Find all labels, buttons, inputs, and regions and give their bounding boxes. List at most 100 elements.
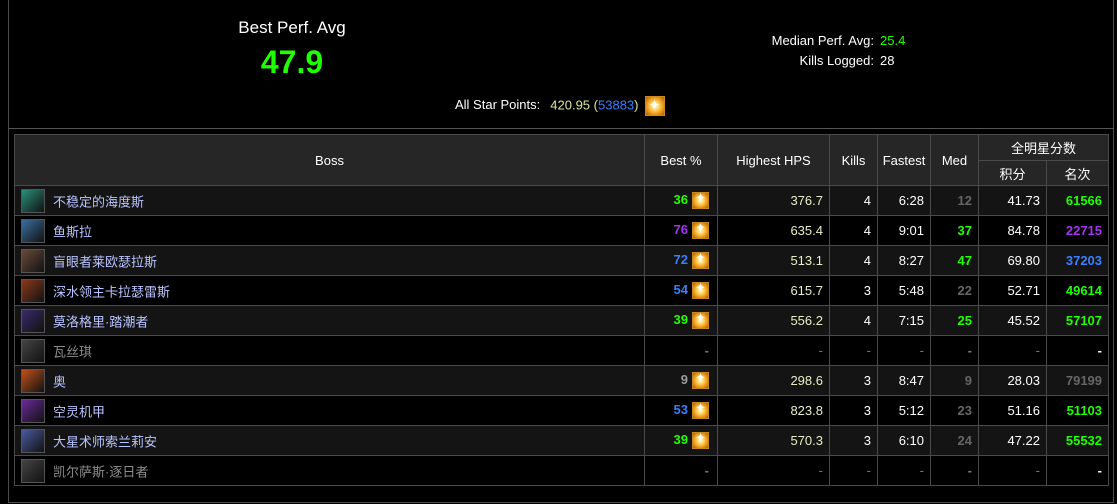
table-row: 瓦丝琪 - - - - - - -	[14, 335, 1110, 366]
best-pct-cell: -	[644, 455, 718, 486]
table-row: 鱼斯拉 76 635.449:013784.7822715	[14, 215, 1110, 246]
kills-cell: 3	[829, 365, 878, 396]
best-pct-value: -	[704, 463, 709, 478]
boss-name-link[interactable]: 瓦丝琪	[53, 344, 92, 359]
median-perf-label: Median Perf. Avg:	[771, 33, 874, 48]
star-icon	[692, 191, 709, 210]
highest-hps-cell: 513.1	[717, 245, 830, 276]
best-pct-cell: -	[644, 335, 718, 366]
boss-name-link[interactable]: 盲眼者莱欧瑟拉斯	[53, 254, 157, 269]
table-row: 莫洛格里·踏潮者 39 556.247:152545.5257107	[14, 305, 1110, 336]
rank-cell: -	[1045, 455, 1110, 486]
boss-rankings-table: Boss Best % Highest HPS Kills Fastest Me…	[14, 134, 1110, 486]
highest-hps-cell: 556.2	[717, 305, 830, 336]
boss-cell: 莫洛格里·踏潮者	[14, 305, 645, 336]
boss-portrait-icon	[21, 428, 45, 453]
fastest-cell: -	[877, 335, 931, 366]
rank-cell: 49614	[1045, 275, 1110, 306]
col-highest-hps[interactable]: Highest HPS	[717, 134, 830, 186]
col-points[interactable]: 积分	[978, 160, 1047, 186]
kills-cell: -	[829, 455, 878, 486]
boss-name-link[interactable]: 奥	[53, 374, 66, 389]
best-pct-cell: 39	[644, 305, 718, 336]
points-cell: 41.73	[978, 185, 1047, 216]
highest-hps-cell: 376.7	[717, 185, 830, 216]
boss-portrait-icon	[21, 368, 45, 393]
best-pct-value: 54	[673, 281, 688, 297]
boss-portrait-icon	[21, 308, 45, 333]
kills-logged-value: 28	[880, 53, 895, 68]
best-pct-cell: 39	[644, 425, 718, 456]
med-cell: 9	[930, 365, 979, 396]
boss-cell: 凯尔萨斯·逐日者	[14, 455, 645, 486]
rank-cell: -	[1045, 335, 1110, 366]
kills-cell: 3	[829, 395, 878, 426]
points-cell: 45.52	[978, 305, 1047, 336]
med-cell: 37	[930, 215, 979, 246]
boss-portrait-icon	[21, 188, 45, 213]
best-pct-value: 53	[673, 401, 688, 417]
points-cell: -	[978, 335, 1047, 366]
col-kills[interactable]: Kills	[829, 134, 878, 186]
boss-name-link[interactable]: 空灵机甲	[53, 404, 105, 419]
star-icon	[692, 371, 709, 390]
boss-name-link[interactable]: 大星术师索兰莉安	[53, 434, 157, 449]
boss-name-link[interactable]: 鱼斯拉	[53, 224, 92, 239]
col-rank[interactable]: 名次	[1045, 160, 1110, 186]
med-cell: 23	[930, 395, 979, 426]
table-row: 奥9298.638:47928.0379199	[14, 365, 1110, 396]
col-med[interactable]: Med	[930, 134, 979, 186]
boss-cell: 盲眼者莱欧瑟拉斯	[14, 245, 645, 276]
kills-logged-label: Kills Logged:	[799, 53, 874, 68]
col-boss[interactable]: Boss	[14, 134, 645, 186]
all-star-points-row: All Star Points: 420.95 (53883)	[455, 96, 665, 116]
med-cell: 25	[930, 305, 979, 336]
table-body: 不稳定的海度斯36376.746:281241.7361566鱼斯拉76635.…	[14, 185, 1110, 486]
boss-name-link[interactable]: 不稳定的海度斯	[53, 194, 144, 209]
all-star-points-label: All Star Points:	[455, 97, 541, 113]
rank-cell: 51103	[1045, 395, 1110, 426]
median-perf-row: Median Perf. Avg: 25.4	[754, 33, 906, 48]
points-cell: 51.16	[978, 395, 1047, 426]
kills-cell: 3	[829, 425, 878, 456]
median-perf-value: 25.4	[880, 33, 906, 48]
points-cell: 28.03	[978, 365, 1047, 396]
fastest-cell: 5:12	[877, 395, 931, 426]
paren-close: )	[634, 97, 639, 113]
fastest-cell: 6:10	[877, 425, 931, 456]
boss-name-link[interactable]: 凯尔萨斯·逐日者	[53, 464, 148, 479]
rank-cell: 22715	[1045, 215, 1110, 246]
highest-hps-cell: 635.4	[717, 215, 830, 246]
boss-cell: 空灵机甲	[14, 395, 645, 426]
med-cell: -	[930, 335, 979, 366]
best-pct-cell: 36	[644, 185, 718, 216]
all-star-rank-link[interactable]: 53883	[598, 97, 634, 112]
col-fastest[interactable]: Fastest	[877, 134, 931, 186]
summary-divider	[8, 128, 1114, 129]
boss-portrait-icon	[21, 338, 45, 363]
boss-cell: 瓦丝琪	[14, 335, 645, 366]
rank-cell: 57107	[1045, 305, 1110, 336]
boss-portrait-icon	[21, 248, 45, 273]
best-pct-value: 39	[673, 431, 688, 447]
col-best-pct[interactable]: Best %	[644, 134, 718, 186]
highest-hps-cell: -	[717, 455, 830, 486]
best-pct-value: -	[704, 343, 709, 358]
points-cell: 84.78	[978, 215, 1047, 246]
fastest-cell: 6:28	[877, 185, 931, 216]
star-icon	[692, 431, 709, 450]
boss-name-link[interactable]: 深水领主卡拉瑟雷斯	[53, 284, 170, 299]
table-row: 大星术师索兰莉安 39 570.336:102447.2255532	[14, 425, 1110, 456]
best-pct-value: 72	[673, 251, 688, 267]
rank-cell: 37203	[1045, 245, 1110, 276]
best-perf-value: 47.9	[260, 44, 324, 80]
boss-cell: 鱼斯拉	[14, 215, 645, 246]
fastest-cell: 7:15	[877, 305, 931, 336]
fastest-cell: -	[877, 455, 931, 486]
boss-rankings-table-wrap: Boss Best % Highest HPS Kills Fastest Me…	[14, 134, 1110, 486]
best-pct-value: 76	[673, 221, 688, 237]
boss-cell: 深水领主卡拉瑟雷斯	[14, 275, 645, 306]
rank-cell: 61566	[1045, 185, 1110, 216]
all-star-points-value: 420.95	[550, 97, 591, 113]
boss-name-link[interactable]: 莫洛格里·踏潮者	[53, 314, 148, 329]
